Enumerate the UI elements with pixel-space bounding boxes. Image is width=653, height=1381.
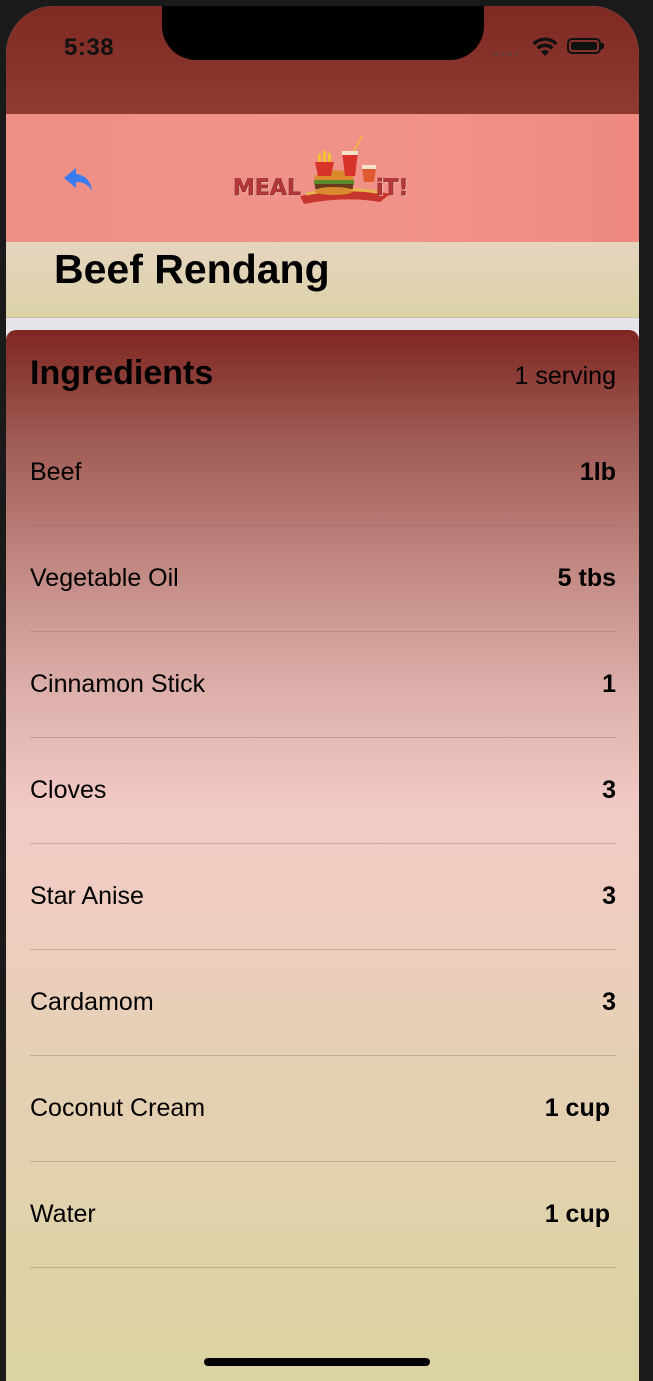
notch [162, 6, 484, 60]
ingredient-quantity: 3 [602, 988, 616, 1016]
ingredient-name: Vegetable Oil [30, 564, 179, 592]
app-logo: MEAL iT! [230, 134, 416, 214]
ingredient-row-cloves: Cloves 3 [30, 738, 616, 844]
ingredient-row-beef: Beef 1lb [30, 420, 616, 526]
ingredient-quantity: 1 cup [544, 1200, 610, 1228]
app-screen: 5:38 MEAL iT! Beef Rendang Ingredients 1… [6, 6, 639, 1381]
ingredients-card: Ingredients 1 serving Beef 1lb Vegetable… [6, 330, 639, 1381]
serving-size: 1 serving [514, 362, 616, 390]
ingredient-name: Beef [30, 458, 82, 486]
cellular-signal-icon [494, 52, 519, 56]
logo-text-meal: MEAL [233, 176, 301, 202]
status-bar: 5:38 [6, 6, 639, 114]
device-frame: 5:38 MEAL iT! Beef Rendang Ingredients 1… [0, 0, 653, 1381]
ingredient-quantity: 5 tbs [557, 564, 616, 592]
battery-icon [567, 38, 604, 54]
back-arrow-icon [64, 168, 92, 191]
ingredient-row-cardamom: Cardamom 3 [30, 950, 616, 1056]
ingredient-quantity: 3 [602, 882, 616, 910]
ingredient-name: Cinnamon Stick [30, 670, 206, 698]
ingredient-name: Water [30, 1200, 96, 1228]
ingredients-header: Ingredients 1 serving [30, 352, 616, 402]
ingredient-row-water: Water 1 cup [30, 1162, 616, 1268]
ingredient-name: Cloves [30, 776, 107, 804]
recipe-title-bar: Beef Rendang [6, 242, 639, 318]
page-title: Beef Rendang [54, 246, 330, 292]
ingredients-heading: Ingredients [30, 354, 214, 392]
ingredient-quantity: 1 [602, 670, 616, 698]
ingredient-row-cinnamon-stick: Cinnamon Stick 1 [30, 632, 616, 738]
logo-text-it: iT! [376, 176, 409, 202]
food-illustration-icon [300, 135, 390, 204]
ingredient-row-coconut-cream: Coconut Cream 1 cup [30, 1056, 616, 1162]
wifi-icon [532, 37, 558, 56]
ingredient-quantity: 3 [602, 776, 616, 804]
ingredients-list: Beef 1lb Vegetable Oil 5 tbs Cinnamon St… [30, 420, 616, 1268]
ingredient-row-vegetable-oil: Vegetable Oil 5 tbs [30, 526, 616, 632]
ingredient-quantity: 1lb [579, 458, 616, 486]
back-button[interactable] [62, 166, 102, 198]
ingredient-row-star-anise: Star Anise 3 [30, 844, 616, 950]
ingredient-name: Star Anise [30, 882, 144, 910]
status-time: 5:38 [64, 34, 115, 61]
home-indicator[interactable] [204, 1358, 430, 1366]
ingredient-quantity: 1 cup [544, 1094, 610, 1122]
ingredient-name: Coconut Cream [30, 1094, 206, 1122]
ingredient-name: Cardamom [30, 988, 154, 1016]
navigation-bar: MEAL iT! [6, 114, 639, 242]
